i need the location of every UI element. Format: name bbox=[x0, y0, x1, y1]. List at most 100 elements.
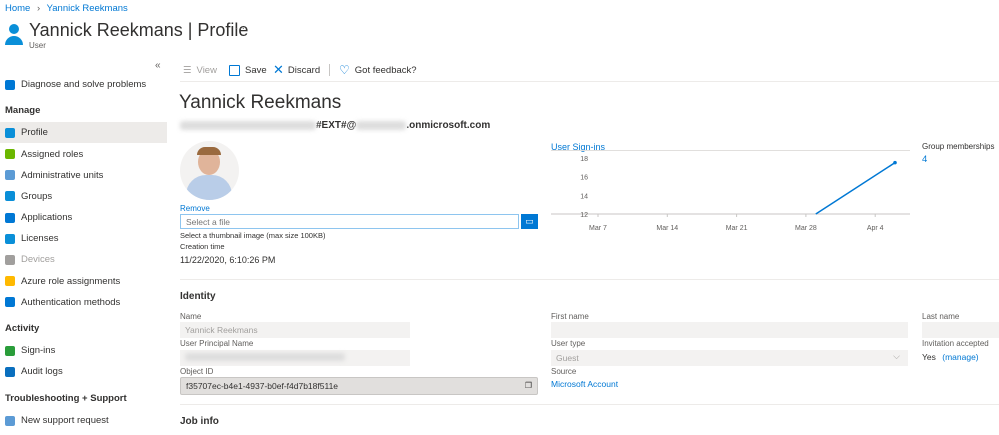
sidebar-item-label: Licenses bbox=[21, 233, 59, 244]
page-title: Yannick Reekmans | Profile bbox=[29, 20, 249, 40]
save-icon bbox=[229, 64, 240, 76]
sidebar-section-heading: Troubleshooting + Support bbox=[5, 393, 127, 404]
user-type-label: User type bbox=[551, 339, 586, 348]
sidebar-item-assigned-roles[interactable]: Assigned roles bbox=[0, 144, 167, 165]
x-tick-label: Mar 14 bbox=[656, 225, 678, 232]
file-hint: Select a thumbnail image (max size 100KB… bbox=[180, 231, 326, 240]
sidebar-item-label: Profile bbox=[21, 127, 48, 138]
sidebar-item-licenses[interactable]: Licenses bbox=[0, 228, 167, 249]
heart-icon: ♡ bbox=[339, 63, 350, 77]
x-tick-label: Mar 28 bbox=[795, 225, 817, 232]
section-divider bbox=[180, 404, 999, 405]
section-divider bbox=[180, 279, 999, 280]
redacted-text bbox=[356, 121, 407, 130]
sidebar-item-administrative-units[interactable]: Administrative units bbox=[0, 165, 167, 186]
breadcrumb-home[interactable]: Home bbox=[5, 3, 30, 14]
sidebar-item-new-support-request[interactable]: New support request bbox=[0, 410, 167, 431]
browse-folder-button[interactable]: ▭ bbox=[521, 214, 538, 229]
user-icon bbox=[5, 127, 15, 138]
breadcrumb: Home › Yannick Reekmans bbox=[5, 3, 128, 14]
profile-name: Yannick Reekmans bbox=[179, 92, 342, 113]
admin-units-icon bbox=[5, 170, 15, 180]
support-icon bbox=[5, 415, 15, 426]
close-icon: ✕ bbox=[273, 62, 284, 77]
sidebar-item-devices[interactable]: Devices bbox=[0, 249, 167, 270]
folder-icon: ▭ bbox=[525, 216, 534, 226]
source-link[interactable]: Microsoft Account bbox=[551, 379, 618, 389]
upn-label: User Principal Name bbox=[180, 339, 254, 348]
creation-time-label: Creation time bbox=[180, 242, 225, 251]
file-input[interactable] bbox=[180, 214, 519, 229]
creation-time-value: 11/22/2020, 6:10:26 PM bbox=[180, 255, 276, 265]
invitation-label: Invitation accepted bbox=[922, 339, 989, 348]
user-icon bbox=[4, 24, 24, 46]
sidebar-item-label: New support request bbox=[21, 415, 109, 426]
sidebar-item-applications[interactable]: Applications bbox=[0, 207, 167, 228]
last-name-field[interactable] bbox=[922, 322, 999, 338]
more-icon[interactable]: ··· bbox=[235, 23, 245, 34]
chevron-down-icon: ⌵ bbox=[893, 351, 900, 361]
sidebar-item-label: Diagnose and solve problems bbox=[21, 79, 147, 90]
view-icon: ☰ bbox=[183, 64, 192, 76]
x-tick-label: Mar 7 bbox=[589, 225, 607, 232]
audit-icon bbox=[5, 366, 15, 377]
sidebar-item-diagnose-and-solve-problems[interactable]: Diagnose and solve problems bbox=[0, 74, 167, 95]
license-icon bbox=[5, 233, 15, 244]
first-name-field[interactable] bbox=[551, 322, 908, 338]
job-info-heading: Job info bbox=[180, 416, 219, 427]
save-button[interactable]: Save bbox=[229, 63, 267, 77]
roles-icon bbox=[5, 149, 15, 159]
signin-icon bbox=[5, 345, 15, 356]
y-tick-label: 16 bbox=[580, 175, 588, 182]
discard-button[interactable]: ✕ Discard bbox=[273, 62, 320, 77]
feedback-button[interactable]: ♡ Got feedback? bbox=[339, 63, 417, 77]
avatar bbox=[180, 141, 239, 200]
collapse-sidebar-button[interactable]: « bbox=[155, 60, 161, 71]
first-name-label: First name bbox=[551, 312, 589, 321]
groups-icon bbox=[5, 191, 15, 201]
user-type-dropdown[interactable]: Guest ⌵ bbox=[551, 350, 908, 366]
manage-invitation-link[interactable]: (manage) bbox=[942, 352, 978, 362]
sidebar-section-heading: Activity bbox=[5, 323, 40, 334]
sidebar-item-label: Sign-ins bbox=[21, 345, 56, 356]
invitation-value: Yes (manage) bbox=[922, 352, 979, 362]
sidebar-item-label: Groups bbox=[21, 190, 53, 202]
shield-icon bbox=[5, 297, 15, 307]
x-tick-label: Apr 4 bbox=[867, 225, 884, 232]
profile-email: #EXT#@ .onmicrosoft.com bbox=[180, 120, 490, 131]
sidebar-item-authentication-methods[interactable]: Authentication methods bbox=[0, 292, 167, 313]
upn-field[interactable] bbox=[180, 350, 410, 366]
remove-photo-link[interactable]: Remove bbox=[180, 204, 210, 213]
last-name-label: Last name bbox=[922, 312, 960, 321]
group-memberships-count[interactable]: 4 bbox=[922, 154, 927, 165]
sidebar-item-label: Applications bbox=[21, 212, 73, 223]
object-id-field[interactable]: f35707ec-b4e1-4937-b0ef-f4d7b18f511e ❐ bbox=[180, 377, 538, 395]
toolbar-divider bbox=[329, 64, 330, 76]
x-tick-label: Mar 21 bbox=[726, 225, 748, 232]
apps-grid-icon bbox=[5, 212, 15, 223]
copy-icon[interactable]: ❐ bbox=[525, 381, 532, 390]
sidebar-item-profile[interactable]: Profile bbox=[0, 122, 167, 143]
page-subtitle: User bbox=[29, 41, 46, 50]
data-point bbox=[893, 160, 897, 165]
redacted-text bbox=[180, 121, 316, 130]
sidebar-item-azure-role-assignments[interactable]: Azure role assignments bbox=[0, 271, 167, 292]
y-tick-label: 14 bbox=[580, 193, 588, 200]
breadcrumb-separator: › bbox=[36, 3, 41, 14]
sidebar-item-label: Assigned roles bbox=[21, 148, 84, 160]
identity-heading: Identity bbox=[180, 291, 216, 302]
sidebar-section-heading: Manage bbox=[5, 105, 41, 116]
name-field[interactable]: Yannick Reekmans bbox=[180, 322, 410, 338]
sign-ins-chart: 12 14 16 18 Mar 7 Mar 14 Mar 21 Mar 28 Apr 4 bbox=[551, 150, 910, 232]
breadcrumb-user[interactable]: Yannick Reekmans bbox=[47, 3, 128, 14]
wrench-icon bbox=[5, 79, 15, 90]
source-label: Source bbox=[551, 367, 577, 376]
sidebar-item-label: Administrative units bbox=[21, 169, 104, 181]
y-tick-label: 12 bbox=[580, 212, 588, 219]
toolbar-divider-line bbox=[180, 81, 999, 82]
view-button[interactable]: ☰ View bbox=[183, 63, 217, 77]
device-icon bbox=[5, 254, 15, 265]
sidebar-item-audit-logs[interactable]: Audit logs bbox=[0, 361, 167, 382]
sidebar-item-sign-ins[interactable]: Sign-ins bbox=[0, 340, 167, 361]
sidebar-item-groups[interactable]: Groups bbox=[0, 186, 167, 207]
